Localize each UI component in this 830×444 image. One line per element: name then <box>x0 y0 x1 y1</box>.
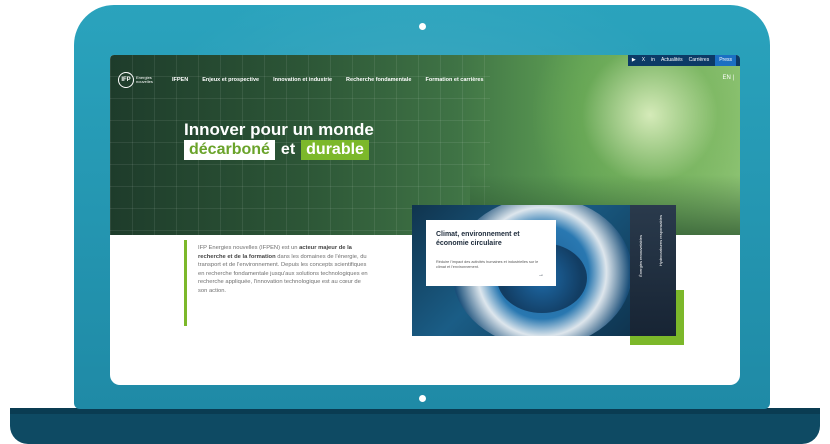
side-card-panel[interactable]: Énergies renouvelables Hydrocarbures res… <box>630 205 676 336</box>
camera-dot <box>419 23 426 30</box>
hero-word-decarbone: décarboné <box>184 140 275 160</box>
link-presse[interactable]: Press <box>715 55 736 66</box>
ifpen-logo[interactable]: IFP Energies nouvelles <box>118 72 158 88</box>
side-label-1: Énergies renouvelables <box>638 235 643 277</box>
youtube-icon[interactable]: ▶ <box>632 55 636 66</box>
nav-item-enjeux[interactable]: Enjeux et prospective <box>202 77 259 83</box>
intro-accent-bar <box>184 240 187 326</box>
nav-item-formation[interactable]: Formation et carrières <box>425 77 483 83</box>
linkedin-icon[interactable]: in <box>651 55 655 66</box>
lid-bottom-dot <box>419 395 426 402</box>
arrow-right-icon[interactable]: → <box>538 272 544 278</box>
ifp-logo-mark: IFP <box>118 72 134 88</box>
intro-text: IFP Energies nouvelles (IFPEN) est un ac… <box>198 245 368 294</box>
link-actualites[interactable]: Actualités <box>661 55 683 66</box>
intro-block: IFP Energies nouvelles (IFPEN) est un ac… <box>184 240 370 326</box>
laptop-base <box>10 408 820 444</box>
hero-title: Innover pour un monde <box>184 120 374 139</box>
nav-item-innovation[interactable]: Innovation et industrie <box>273 77 332 83</box>
logo-tagline: Energies nouvelles <box>136 75 153 84</box>
card-title: Climat, environnement et économie circul… <box>436 231 520 247</box>
laptop-screen: ▶ X in Actualités Carrières Press IFP En… <box>110 55 740 385</box>
main-nav: IFP Energies nouvelles IFPEN Enjeux et p… <box>118 72 484 88</box>
nav-item-recherche[interactable]: Recherche fondamentale <box>346 77 411 83</box>
card-content: Climat, environnement et économie circul… <box>426 220 556 286</box>
link-carrieres[interactable]: Carrières <box>689 55 710 66</box>
hero-word-durable: durable <box>301 140 369 160</box>
card-description: Réduire l'impact des activités humaines … <box>436 260 539 269</box>
language-switch[interactable]: EN | <box>722 75 734 81</box>
x-icon[interactable]: X <box>642 55 645 66</box>
hero-word-et: et <box>280 141 296 158</box>
nav-item-ifpen[interactable]: IFPEN <box>172 77 188 83</box>
side-label-2: Hydrocarbures responsables <box>658 215 663 267</box>
utility-bar: ▶ X in Actualités Carrières Press <box>627 55 740 66</box>
hero-subtitle: décarboné et durable <box>184 140 369 160</box>
